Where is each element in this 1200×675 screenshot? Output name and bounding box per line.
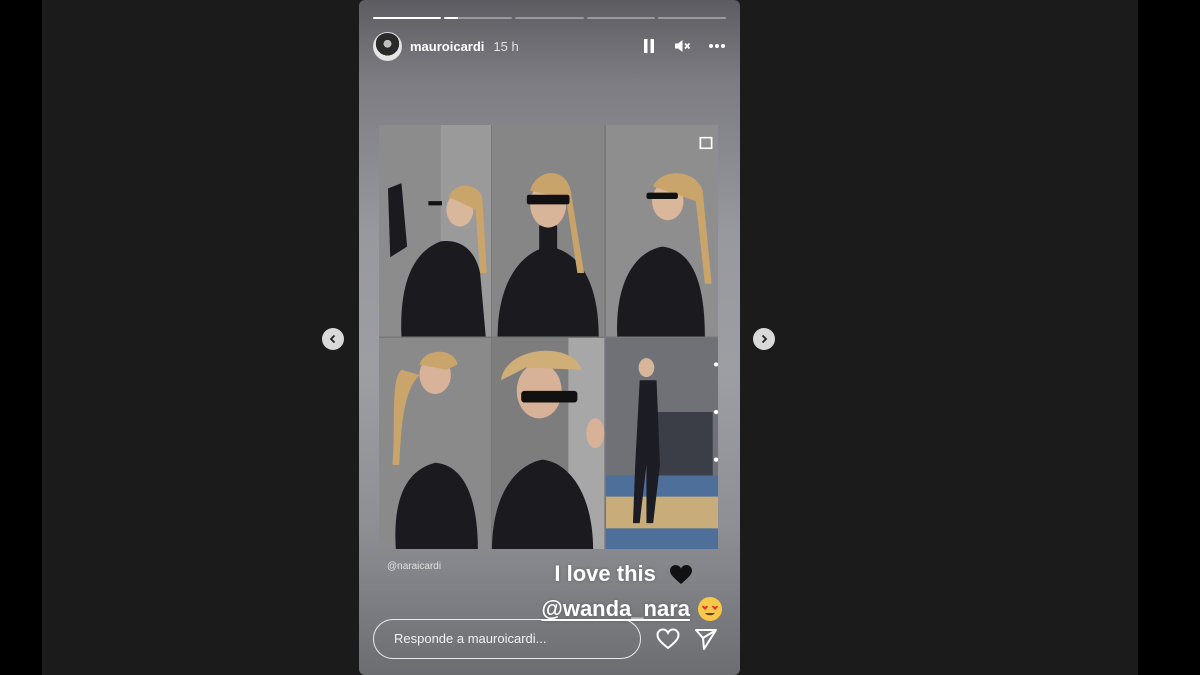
pause-button[interactable] — [640, 37, 658, 55]
collage-photo — [379, 125, 492, 337]
heart-eyes-emoji-icon — [698, 597, 722, 621]
progress-segment — [657, 17, 727, 19]
story-card[interactable]: mauroicardi 15 h @naraicardi I love this… — [359, 0, 740, 675]
next-story-button[interactable] — [753, 328, 775, 350]
progress-segment — [515, 17, 584, 19]
story-header: mauroicardi 15 h — [373, 31, 726, 61]
avatar[interactable] — [373, 31, 402, 61]
mute-button[interactable] — [674, 37, 692, 55]
reply-input[interactable]: Responde a mauroicardi... — [373, 619, 641, 659]
more-options-button[interactable] — [708, 37, 726, 55]
chevron-left-icon — [329, 334, 336, 344]
like-button[interactable] — [655, 626, 681, 652]
send-icon — [695, 629, 717, 650]
photo-credit-tag[interactable]: @naraicardi — [387, 561, 441, 572]
pause-icon — [644, 39, 654, 53]
chevron-right-icon — [761, 334, 768, 344]
more-icon — [709, 44, 725, 48]
collage-photo — [379, 337, 492, 549]
previous-story-button[interactable] — [322, 328, 344, 350]
black-heart-icon — [670, 565, 692, 585]
progress-segment — [373, 17, 442, 19]
collage-photo — [605, 337, 718, 549]
story-progress-bar — [373, 17, 727, 19]
mute-icon — [675, 40, 691, 52]
caption-text: I love this — [554, 561, 692, 587]
collage-photo — [492, 125, 605, 337]
shared-post-collage[interactable] — [379, 125, 718, 549]
heart-icon — [656, 628, 680, 650]
progress-segment — [586, 17, 655, 19]
collage-photo — [605, 125, 718, 337]
collage-photo — [492, 337, 605, 549]
timestamp: 15 h — [493, 38, 519, 54]
share-button[interactable] — [693, 626, 719, 652]
progress-segment — [444, 17, 513, 19]
caption-line: I love this — [554, 561, 656, 586]
username[interactable]: mauroicardi — [410, 39, 484, 54]
